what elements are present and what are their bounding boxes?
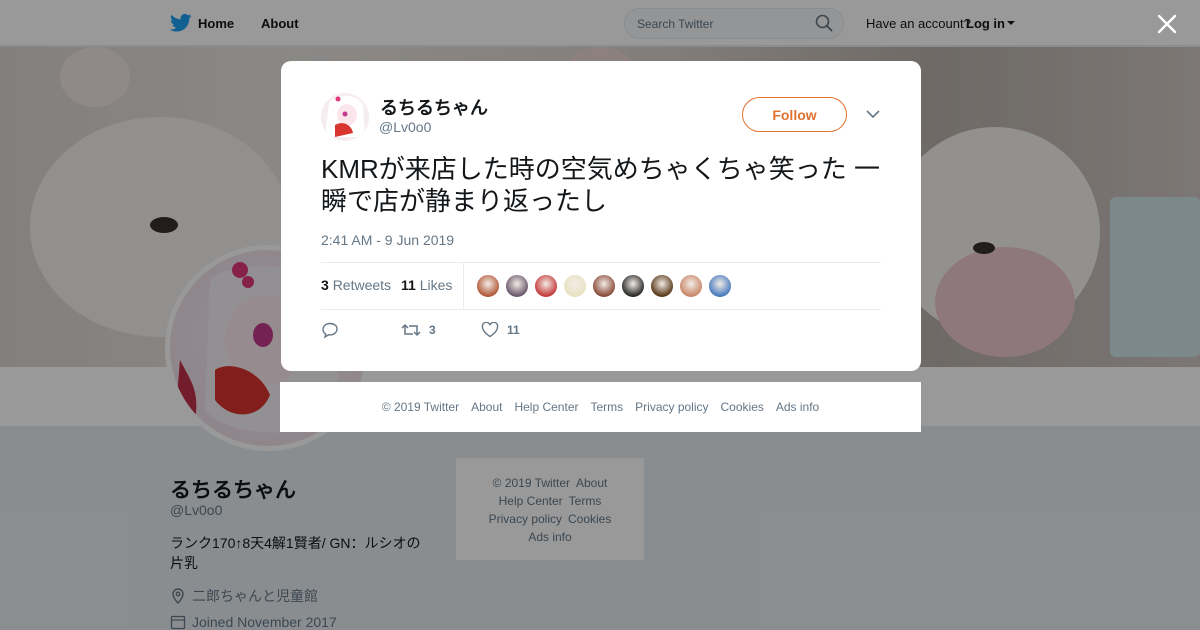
likes-label: Likes [419,277,453,293]
likes-count: 11 [401,277,416,293]
footer-privacy-link[interactable]: Privacy policy [635,400,708,414]
liker-avatars [476,274,732,298]
tweet-actions: 3 11 [321,321,561,339]
liker-avatar[interactable] [679,274,703,298]
liker-avatar[interactable] [621,274,645,298]
tweet-avatar-illustration [321,93,369,141]
tweet-timestamp[interactable]: 2:41 AM - 9 Jun 2019 [321,232,454,248]
likes-stat[interactable]: 11 Likes [401,277,452,293]
footer-terms-link[interactable]: Terms [590,400,623,414]
tweet-author-handle[interactable]: @Lv0o0 [379,119,431,135]
footer-about-link[interactable]: About [471,400,502,414]
divider [321,309,881,310]
tweet-text: KMRが来店した時の空気めちゃくちゃ笑った 一瞬で店が静まり返ったし [321,154,881,216]
reply-icon [322,322,338,339]
like-count: 11 [507,323,520,337]
liker-avatar[interactable] [563,274,587,298]
divider [321,262,881,263]
like-button[interactable]: 11 [481,322,561,338]
liker-avatar[interactable] [708,274,732,298]
liker-avatar[interactable] [505,274,529,298]
liker-avatar[interactable] [592,274,616,298]
chevron-down-icon[interactable] [866,109,880,119]
retweets-count: 3 [321,277,329,293]
liker-avatar[interactable] [476,274,500,298]
liker-avatar[interactable] [534,274,558,298]
liker-avatar[interactable] [650,274,674,298]
modal-footer: © 2019 Twitter About Help Center Terms P… [280,382,921,432]
tweet-stats: 3 Retweets 11 Likes [321,277,452,293]
tweet-author-name[interactable]: るちるちゃん [380,94,488,120]
retweets-label: Retweets [332,277,392,293]
tweet-modal: るちるちゃん @Lv0o0 Follow KMRが来店した時の空気めちゃくちゃ笑… [281,61,921,371]
heart-icon [481,322,499,338]
retweet-count: 3 [429,323,436,337]
footer-copyright: © 2019 Twitter [381,400,460,414]
follow-button[interactable]: Follow [742,97,847,132]
footer-ads-link[interactable]: Ads info [776,400,819,414]
tweet-author-avatar[interactable] [321,93,369,141]
reply-button[interactable] [321,321,401,339]
divider [463,262,464,309]
close-icon[interactable] [1155,12,1179,36]
footer-help-link[interactable]: Help Center [514,400,578,414]
footer-cookies-link[interactable]: Cookies [721,400,764,414]
retweet-button[interactable]: 3 [401,322,481,338]
retweets-stat[interactable]: 3 Retweets [321,277,391,293]
retweet-icon [401,323,421,337]
